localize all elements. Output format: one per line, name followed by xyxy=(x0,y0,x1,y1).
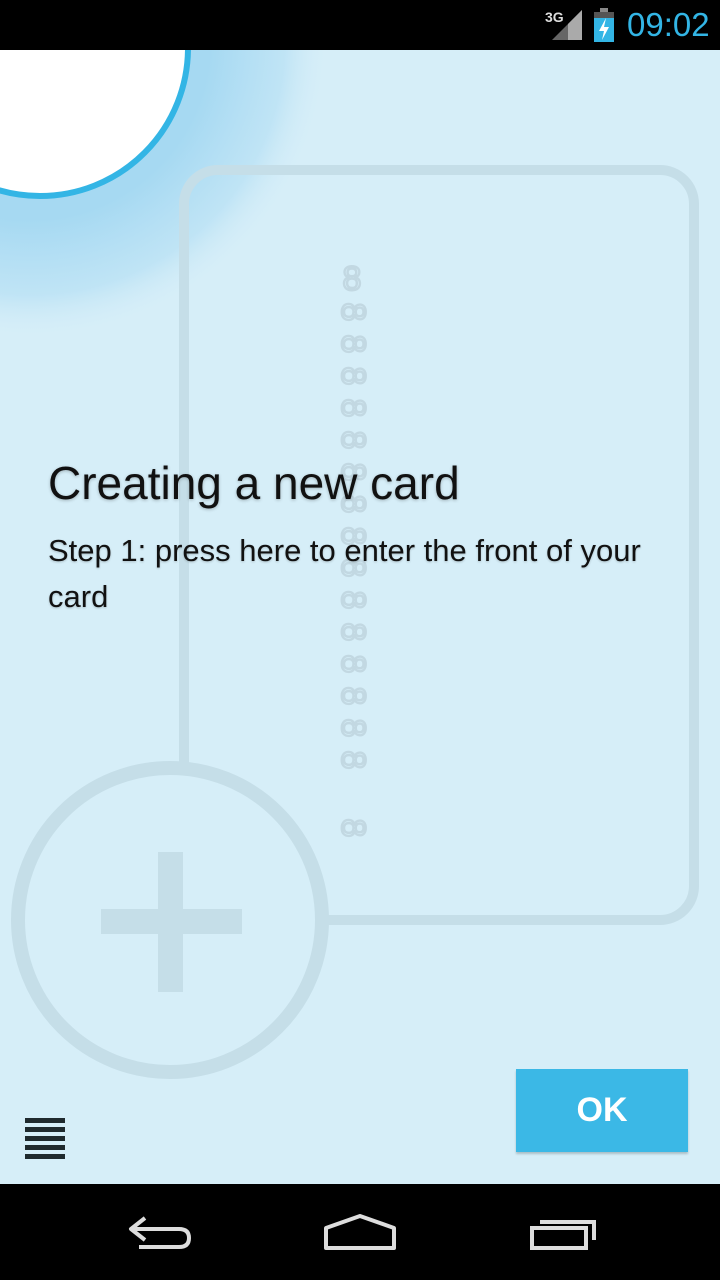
svg-text:8: 8 xyxy=(334,687,372,706)
back-button[interactable] xyxy=(120,1206,200,1258)
recent-apps-button[interactable] xyxy=(522,1206,602,1258)
home-icon xyxy=(324,1214,396,1250)
tutorial-title: Creating a new card xyxy=(48,457,460,509)
home-button[interactable] xyxy=(320,1206,400,1258)
back-icon xyxy=(129,1216,192,1249)
svg-text:8: 8 xyxy=(334,431,372,450)
svg-text:8: 8 xyxy=(334,719,372,738)
status-clock: 09:02 xyxy=(627,6,710,43)
svg-text:8: 8 xyxy=(334,303,372,322)
svg-text:8: 8 xyxy=(334,623,372,642)
menu-icon[interactable] xyxy=(25,1118,65,1160)
card-number-digit: 8 xyxy=(343,260,362,298)
ok-button[interactable]: OK xyxy=(516,1069,688,1152)
svg-text:8: 8 xyxy=(334,655,372,674)
recent-apps-icon xyxy=(530,1220,596,1250)
plus-horizontal xyxy=(101,909,242,934)
svg-text:8: 8 xyxy=(334,819,372,838)
tutorial-description[interactable]: Step 1: press here to enter the front of… xyxy=(48,528,678,620)
svg-text:8: 8 xyxy=(334,751,372,770)
tutorial-overlay[interactable]: 8 8 8 8 8 8 8 8 8 8 8 8 8 8 8 8 8 Creati… xyxy=(0,50,720,1184)
navigation-bar xyxy=(0,1184,720,1280)
status-bar: 3G 09:02 xyxy=(0,0,720,50)
signal-icon xyxy=(552,10,582,40)
svg-text:8: 8 xyxy=(334,399,372,418)
svg-text:8: 8 xyxy=(334,335,372,354)
battery-charging-icon xyxy=(594,8,614,42)
svg-text:8: 8 xyxy=(334,367,372,386)
